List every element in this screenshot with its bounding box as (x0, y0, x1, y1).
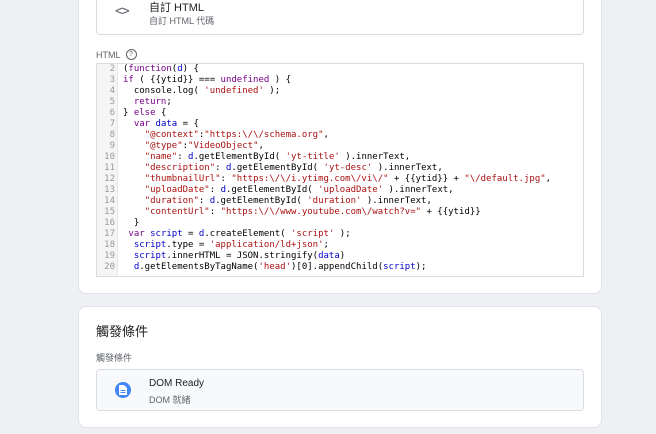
code-text: var script = d.createElement( 'script' )… (128, 229, 351, 239)
code-text: "name": d.getElementById( 'yt-title' ).i… (144, 152, 411, 162)
code-text: "@type":"VideoObject", (144, 141, 264, 151)
line-number: 2 (109, 64, 115, 74)
trigger-subtitle: DOM 就緒 (149, 395, 191, 405)
line-number: 11 (104, 163, 115, 173)
tag-type-selector[interactable]: <> 自訂 HTML 自訂 HTML 代碼 (96, 0, 584, 35)
code-text: "description": d.getElementById( 'yt-des… (144, 163, 443, 173)
line-number: 20 (104, 262, 115, 272)
code-text: "thumbnailUrl": "https:\/\/i.ytimg.com\/… (144, 174, 552, 184)
line-number: 4 (109, 86, 115, 96)
tag-configuration-card: <> 自訂 HTML 自訂 HTML 代碼 HTML ? 2 (function(… (78, 0, 602, 294)
code-text: "@context":"https:\/\/schema.org", (144, 130, 329, 140)
line-number: 16 (104, 218, 115, 228)
code-text: } else { (123, 108, 167, 118)
line-number: 9 (109, 141, 115, 151)
html-field-label: HTML ? (96, 49, 137, 60)
line-number: 17 (104, 229, 115, 239)
line-number: 18 (104, 240, 115, 250)
code-text: return; (133, 97, 172, 107)
code-text: d.getElementsByTagName('head')[0].append… (133, 262, 427, 272)
code-text: if ( {{ytid}} === undefined ) { (123, 75, 292, 85)
tag-type-name: 自訂 HTML (149, 2, 204, 14)
code-text: "uploadDate": d.getElementById( 'uploadD… (144, 185, 454, 195)
line-number: 5 (109, 97, 115, 107)
triggering-card: 觸發條件 觸發條件 DOM Ready DOM 就緒 (78, 306, 602, 428)
line-number: 13 (104, 185, 115, 195)
line-number: 8 (109, 130, 115, 140)
html-label-text: HTML (96, 49, 121, 60)
code-text: "duration": d.getElementById( 'duration'… (144, 196, 432, 206)
line-number: 7 (109, 119, 115, 129)
line-number: 6 (109, 108, 115, 118)
code-text: "contentUrl": "https:\/\/www.youtube.com… (144, 207, 481, 217)
line-number: 3 (109, 75, 115, 85)
help-circle-icon[interactable]: ? (125, 49, 137, 60)
code-brackets-icon: <> (115, 4, 130, 19)
line-number: 15 (104, 207, 115, 217)
html-code-editor[interactable]: 2 (function(d) { 3 if ( {{ytid}} === undefi… (96, 63, 584, 277)
triggering-section-label: 觸發條件 (96, 353, 133, 363)
triggering-title: 觸發條件 (96, 324, 149, 339)
code-text: script.type = 'application/ld+json'; (133, 240, 329, 250)
trigger-name: DOM Ready (149, 378, 205, 389)
code-text: } (123, 218, 140, 228)
code-text: (function(d) { (123, 64, 199, 74)
trigger-item-dom-ready[interactable]: DOM Ready DOM 就緒 (96, 369, 584, 411)
code-text: script.innerHTML = JSON.stringify(data) (133, 251, 346, 261)
code-text: console.log( 'undefined' ); (123, 86, 281, 96)
tag-type-subtitle: 自訂 HTML 代碼 (149, 16, 215, 26)
line-number: 14 (104, 196, 115, 206)
line-number: 12 (104, 174, 115, 184)
line-number: 19 (104, 251, 115, 261)
line-number: 10 (104, 152, 115, 162)
code-text: var data = { (133, 119, 199, 129)
document-icon (115, 382, 131, 398)
